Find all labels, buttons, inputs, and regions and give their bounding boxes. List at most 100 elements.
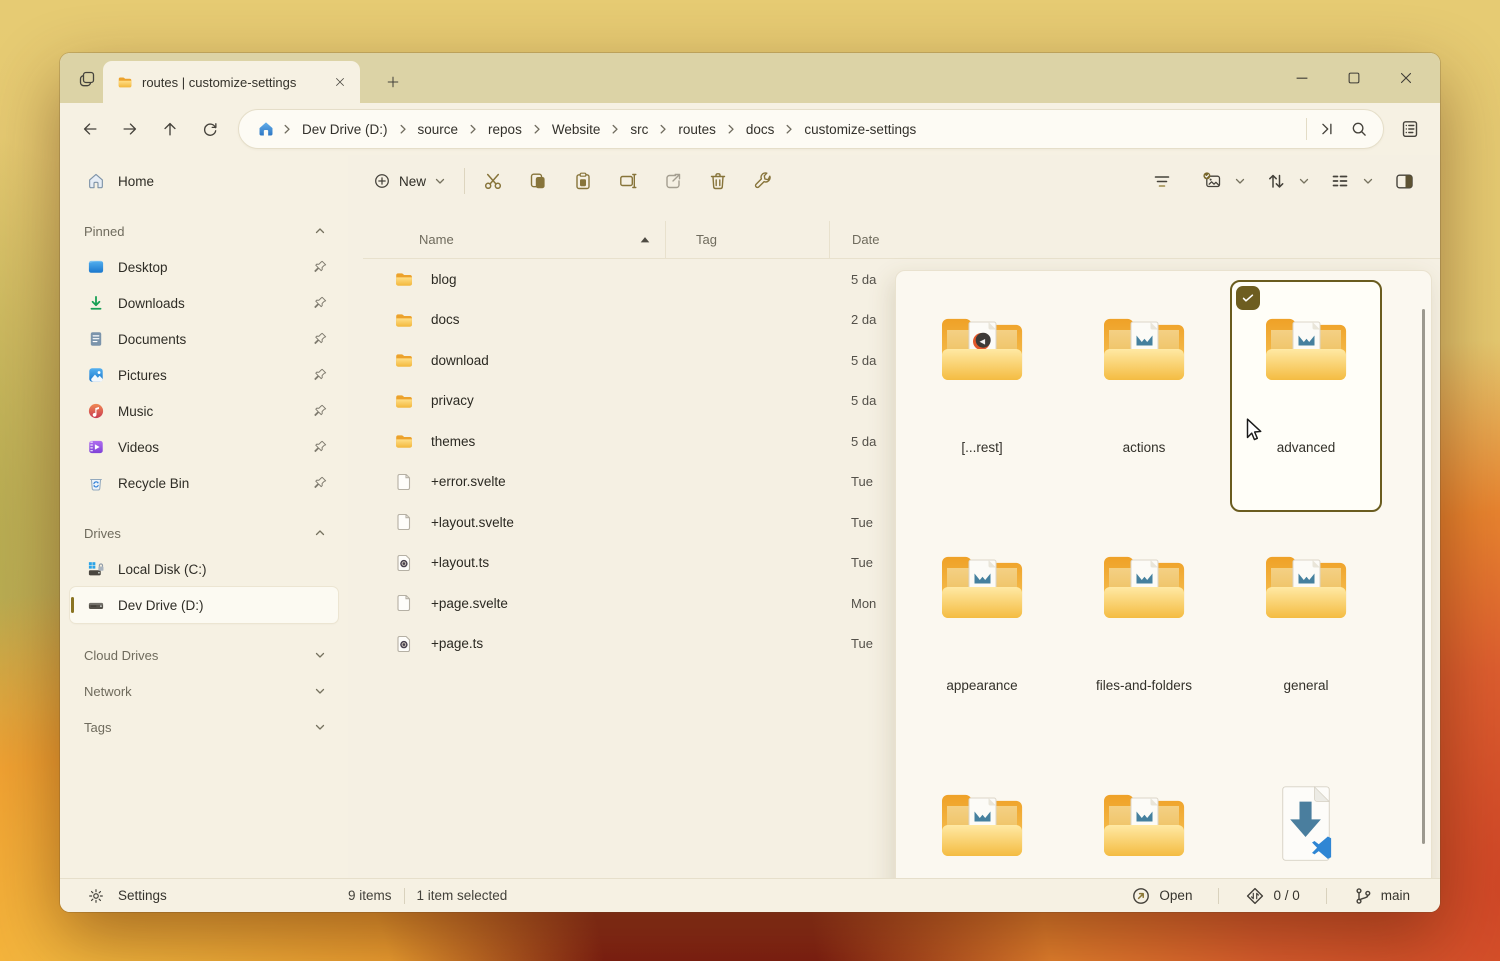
sidebar-item-music[interactable]: Music xyxy=(70,393,338,429)
sidebar-item-dev-drive-d[interactable]: Dev Drive (D:) xyxy=(70,587,338,623)
doc-icon xyxy=(394,512,414,532)
address-bar[interactable]: Dev Drive (D:) source repos Website src route… xyxy=(238,109,1384,149)
breadcrumb-segment-routes[interactable]: routes xyxy=(671,118,723,141)
layout-control xyxy=(1320,163,1374,199)
new-button[interactable]: New xyxy=(363,164,456,198)
pin-icon xyxy=(312,475,328,491)
maximize-button[interactable] xyxy=(1334,61,1374,95)
column-header-date[interactable]: Date xyxy=(830,232,1440,247)
home-icon xyxy=(257,120,275,138)
column-header-tag[interactable]: Tag xyxy=(666,232,829,247)
search-button[interactable] xyxy=(1343,113,1375,145)
selected-checkbox[interactable] xyxy=(1236,286,1260,310)
refresh-button[interactable] xyxy=(192,112,228,146)
rename-button[interactable] xyxy=(608,163,648,199)
sidebar-item-videos[interactable]: Videos xyxy=(70,429,338,465)
grid-item-advanced[interactable]: advanced xyxy=(1230,280,1382,512)
sidebar-section-header-cloud-drives[interactable]: Cloud Drives xyxy=(60,637,348,673)
close-tab-button[interactable] xyxy=(328,70,352,94)
details-pane-button[interactable] xyxy=(1384,163,1424,199)
tab-switcher-button[interactable] xyxy=(72,66,102,92)
breadcrumb-segment-src[interactable]: src xyxy=(623,118,655,141)
sidebar-section-header-pinned[interactable]: Pinned xyxy=(60,213,348,249)
scrollbar[interactable] xyxy=(1422,309,1425,844)
grid-item-actions[interactable]: actions xyxy=(1068,280,1220,512)
chevron-down-icon xyxy=(1234,175,1246,187)
open-button[interactable]: Open xyxy=(1117,886,1206,906)
sidebar-item-desktop[interactable]: Desktop xyxy=(70,249,338,285)
sidebar-item-local-disk-c[interactable]: Local Disk (C:) xyxy=(70,551,338,587)
sidebar-section-tags: Tags xyxy=(60,709,348,745)
column-header-name[interactable]: Name xyxy=(363,232,665,247)
sidebar-item-downloads[interactable]: Downloads xyxy=(70,285,338,321)
minimize-button[interactable] xyxy=(1282,61,1322,95)
sidebar-section-header-drives[interactable]: Drives xyxy=(60,515,348,551)
grid-item-appearance[interactable]: appearance xyxy=(906,518,1058,750)
copy-button[interactable] xyxy=(518,163,558,199)
chevron-up-icon xyxy=(314,225,326,237)
sidebar-item-home[interactable]: Home xyxy=(70,163,338,199)
breadcrumb-segment-customize-settings[interactable]: customize-settings xyxy=(797,118,923,141)
new-tab-button[interactable] xyxy=(378,67,408,97)
paste-button[interactable] xyxy=(563,163,603,199)
sidebar-item-pictures[interactable]: Pictures xyxy=(70,357,338,393)
forward-button[interactable] xyxy=(112,112,148,146)
sidebar-section-header-tags[interactable]: Tags xyxy=(60,709,348,745)
back-button[interactable] xyxy=(72,112,108,146)
properties-button[interactable] xyxy=(743,163,783,199)
close-icon xyxy=(1397,69,1415,87)
active-tab[interactable]: routes | customize-settings xyxy=(103,61,360,103)
grid-item-files-and-folders[interactable]: files-and-folders xyxy=(1068,518,1220,750)
file-name-cell: themes xyxy=(363,431,665,451)
pictures-icon xyxy=(87,366,105,384)
filter-control xyxy=(1142,163,1182,199)
folder-image-icon xyxy=(936,308,1028,388)
delete-button[interactable] xyxy=(698,163,738,199)
grid-item-general[interactable]: general xyxy=(1230,518,1382,750)
chevron-right-icon xyxy=(467,123,479,135)
layout-button[interactable] xyxy=(1320,163,1360,199)
git-sync-status[interactable]: 0 / 0 xyxy=(1231,886,1313,906)
chevron-down-icon xyxy=(434,175,446,187)
status-bar: Settings 9 items 1 item selected Open 0 … xyxy=(60,878,1440,912)
forward-icon xyxy=(121,120,139,138)
sidebar-section-label: Network xyxy=(84,684,132,699)
goto-end-icon xyxy=(1318,120,1336,138)
documents-icon xyxy=(87,330,105,348)
breadcrumb-segment-repos[interactable]: repos xyxy=(481,118,529,141)
file-name-cell: docs xyxy=(363,310,665,330)
filter-button[interactable] xyxy=(1142,163,1182,199)
up-button[interactable] xyxy=(152,112,188,146)
go-to-end-button[interactable] xyxy=(1311,113,1343,145)
sidebar-item-label: Videos xyxy=(118,440,299,455)
share-button[interactable] xyxy=(653,163,693,199)
thumbnails-button[interactable] xyxy=(1192,163,1232,199)
breadcrumb-segment-docs[interactable]: docs xyxy=(739,118,782,141)
pin-icon xyxy=(312,367,328,383)
sidebar-section-header-network[interactable]: Network xyxy=(60,673,348,709)
chevron-right-icon xyxy=(609,123,621,135)
close-window-button[interactable] xyxy=(1386,61,1426,95)
music-icon xyxy=(87,402,105,420)
sort-button[interactable] xyxy=(1256,163,1296,199)
clipboard-panel-button[interactable] xyxy=(1392,112,1428,146)
layout-icon xyxy=(1330,171,1350,191)
items-count: 9 items xyxy=(348,888,392,903)
sidebar-item-label: Music xyxy=(118,404,299,419)
settings-button[interactable]: Settings xyxy=(60,887,348,905)
breadcrumb-segment-source[interactable]: source xyxy=(411,118,466,141)
chevron-down-icon xyxy=(314,649,326,661)
breadcrumb-home-button[interactable] xyxy=(253,118,279,140)
sidebar-item-recycle-bin[interactable]: Recycle Bin xyxy=(70,465,338,501)
chevron-up-icon xyxy=(314,527,326,539)
git-branch-button[interactable]: main xyxy=(1339,886,1424,906)
breadcrumb-segment-dev-drive-d[interactable]: Dev Drive (D:) xyxy=(295,118,395,141)
open-label: Open xyxy=(1159,888,1192,903)
breadcrumb-segment-website[interactable]: Website xyxy=(545,118,608,141)
grid-item-rest[interactable]: [...rest] xyxy=(906,280,1058,512)
delete-icon xyxy=(708,171,728,191)
home-icon xyxy=(87,172,105,190)
files-toolbar: New xyxy=(348,155,1440,207)
sidebar-item-documents[interactable]: Documents xyxy=(70,321,338,357)
cut-button[interactable] xyxy=(473,163,513,199)
